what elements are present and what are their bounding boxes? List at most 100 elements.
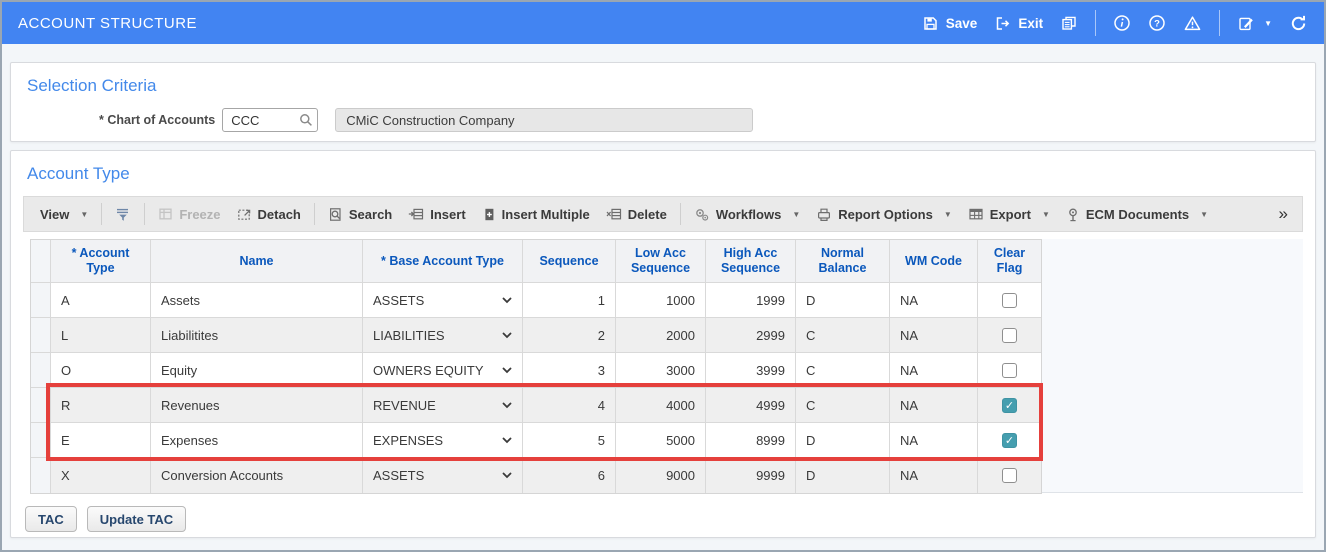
row-selector[interactable] (31, 353, 51, 388)
high-acc-sequence-cell[interactable]: 3999 (706, 353, 796, 388)
low-acc-sequence-cell[interactable]: 4000 (616, 388, 706, 423)
edit-notes-caret-icon: ▼ (1264, 18, 1272, 28)
sequence-cell[interactable]: 5 (523, 423, 616, 458)
insert-button[interactable]: Insert (400, 203, 473, 226)
sequence-cell[interactable]: 3 (523, 353, 616, 388)
view-menu-button[interactable]: View ▼ (32, 203, 96, 226)
search-lov-icon[interactable] (299, 113, 313, 127)
base-account-type-cell[interactable]: ASSETS (363, 283, 523, 318)
normal-balance-cell[interactable]: D (796, 458, 890, 493)
export-label: Export (989, 206, 1031, 222)
name-cell[interactable]: Conversion Accounts (151, 458, 363, 493)
row-selector[interactable] (31, 283, 51, 318)
insert-multiple-icon (485, 208, 494, 220)
clear-flag-cell (978, 318, 1041, 353)
delete-button[interactable]: Delete (598, 203, 675, 226)
base-account-type-value: OWNERS EQUITY (373, 362, 484, 378)
chevron-down-icon[interactable] (502, 367, 512, 374)
low-acc-sequence-cell[interactable]: 5000 (616, 423, 706, 458)
clear-flag-checkbox[interactable]: ✓ (1002, 432, 1017, 448)
exit-button[interactable]: Exit (994, 15, 1043, 32)
row-selector[interactable] (31, 388, 51, 423)
appbar-divider (1095, 10, 1097, 36)
update-tac-button[interactable]: Update TAC (86, 506, 187, 532)
chevron-down-icon[interactable] (502, 297, 512, 304)
high-acc-sequence-cell[interactable]: 4999 (706, 388, 796, 423)
normal-balance-cell[interactable]: D (796, 283, 890, 318)
query-by-example-button[interactable] (107, 203, 139, 226)
clear-flag-checkbox[interactable] (1002, 327, 1017, 343)
account-type-cell[interactable]: L (51, 318, 151, 353)
chevron-down-icon[interactable] (502, 402, 512, 409)
tac-button[interactable]: TAC (25, 506, 77, 532)
name-cell[interactable]: Equity (151, 353, 363, 388)
base-account-type-cell[interactable]: ASSETS (363, 458, 523, 493)
wm-code-cell[interactable]: NA (890, 318, 978, 353)
detach-button[interactable]: Detach (229, 203, 309, 226)
row-selector[interactable] (31, 423, 51, 458)
base-account-type-cell[interactable]: LIABILITIES (363, 318, 523, 353)
sequence-cell[interactable]: 6 (523, 458, 616, 493)
normal-balance-cell[interactable]: C (796, 388, 890, 423)
app-header-actions: Save Exit ? ▼ (922, 10, 1308, 36)
clear-flag-checkbox[interactable]: ✓ (1002, 397, 1017, 413)
toolbar-overflow-button[interactable]: » (1273, 204, 1294, 224)
report-options-menu-button[interactable]: Report Options ▼ (808, 203, 960, 226)
low-acc-sequence-cell[interactable]: 1000 (616, 283, 706, 318)
name-cell[interactable]: Revenues (151, 388, 363, 423)
table-header-row: * Account Type Name * Base Account Type … (31, 240, 1041, 283)
help-button[interactable]: ? (1148, 14, 1166, 32)
wm-code-cell[interactable]: NA (890, 388, 978, 423)
export-menu-button[interactable]: Export ▼ (960, 203, 1058, 226)
high-acc-sequence-cell[interactable]: 2999 (706, 318, 796, 353)
high-acc-sequence-cell[interactable]: 8999 (706, 423, 796, 458)
high-acc-sequence-cell[interactable]: 1999 (706, 283, 796, 318)
wm-code-cell[interactable]: NA (890, 423, 978, 458)
chevron-down-icon[interactable] (502, 472, 512, 479)
base-account-type-cell[interactable]: EXPENSES (363, 423, 523, 458)
sequence-cell[interactable]: 4 (523, 388, 616, 423)
warning-button[interactable] (1183, 15, 1202, 32)
info-button[interactable] (1113, 14, 1131, 32)
workflows-menu-button[interactable]: Workflows ▼ (686, 203, 808, 226)
name-cell[interactable]: Assets (151, 283, 363, 318)
sequence-cell[interactable]: 2 (523, 318, 616, 353)
search-button[interactable]: Search (320, 203, 400, 226)
high-acc-sequence-cell[interactable]: 9999 (706, 458, 796, 493)
low-acc-sequence-cell[interactable]: 3000 (616, 353, 706, 388)
account-type-cell[interactable]: E (51, 423, 151, 458)
normal-balance-cell[interactable]: D (796, 423, 890, 458)
wm-code-cell[interactable]: NA (890, 458, 978, 493)
low-acc-sequence-cell[interactable]: 9000 (616, 458, 706, 493)
low-acc-sequence-cell[interactable]: 2000 (616, 318, 706, 353)
clear-flag-checkbox[interactable] (1002, 292, 1017, 308)
wm-code-cell[interactable]: NA (890, 353, 978, 388)
insert-multiple-button[interactable]: Insert Multiple (474, 203, 598, 226)
save-button[interactable]: Save (922, 15, 977, 32)
account-type-cell[interactable]: X (51, 458, 151, 493)
chart-of-accounts-label: * Chart of Accounts (99, 113, 216, 127)
refresh-button[interactable] (1289, 14, 1308, 33)
normal-balance-cell[interactable]: C (796, 318, 890, 353)
base-account-type-cell[interactable]: OWNERS EQUITY (363, 353, 523, 388)
base-account-type-cell[interactable]: REVENUE (363, 388, 523, 423)
clear-flag-checkbox[interactable] (1002, 468, 1017, 483)
wm-code-cell[interactable]: NA (890, 283, 978, 318)
table-row-highlighted: R Revenues REVENUE 4 4000 4999 C NA ✓ (31, 388, 1041, 423)
clear-flag-checkbox[interactable] (1002, 362, 1017, 378)
normal-balance-cell[interactable]: C (796, 353, 890, 388)
account-type-cell[interactable]: R (51, 388, 151, 423)
account-type-cell[interactable]: O (51, 353, 151, 388)
row-selector[interactable] (31, 318, 51, 353)
stacked-documents-button[interactable] (1060, 15, 1078, 32)
edit-notes-button[interactable]: ▼ (1237, 15, 1272, 32)
chevron-down-icon[interactable] (502, 332, 512, 339)
sequence-cell[interactable]: 1 (523, 283, 616, 318)
account-type-cell[interactable]: A (51, 283, 151, 318)
name-cell[interactable]: Liabilitites (151, 318, 363, 353)
ecm-documents-menu-button[interactable]: ECM Documents ▼ (1058, 203, 1216, 226)
base-account-type-value: LIABILITIES (373, 327, 445, 343)
chevron-down-icon[interactable] (502, 437, 512, 444)
name-cell[interactable]: Expenses (151, 423, 363, 458)
row-selector[interactable] (31, 458, 51, 493)
